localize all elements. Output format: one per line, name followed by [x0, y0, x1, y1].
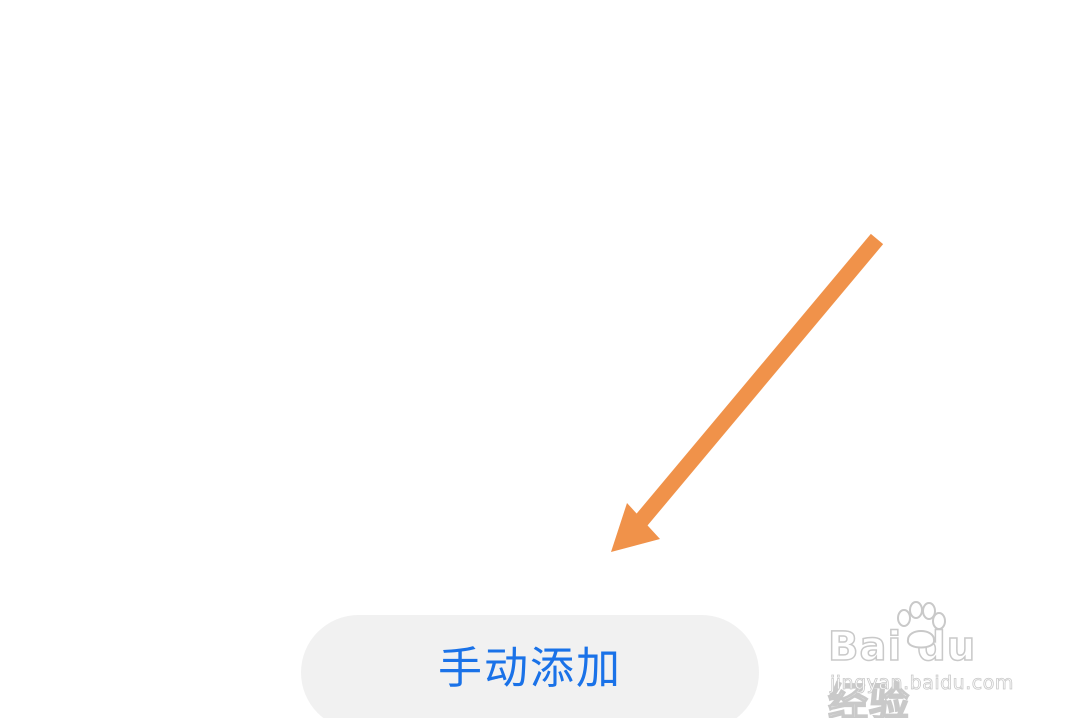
paw-icon [897, 601, 946, 649]
arrow-icon [611, 233, 884, 552]
watermark-url: jingyan.baidu.com [830, 672, 1014, 695]
screen: 手动添加 Bai du 经验 jingyan.baidu.com [0, 0, 1080, 718]
manual-add-button[interactable]: 手动添加 [301, 615, 759, 718]
watermark: Bai du 经验 jingyan.baidu.com [827, 600, 1028, 718]
manual-add-label: 手动添加 [438, 643, 622, 694]
watermark-logo: Bai du 经验 [827, 623, 977, 718]
